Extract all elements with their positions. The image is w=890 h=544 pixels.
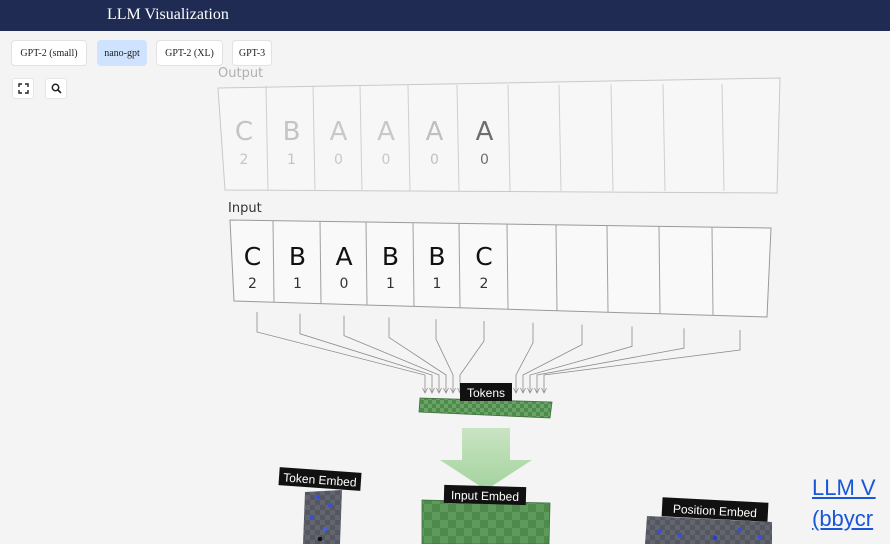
embed-cell-dot [757, 534, 763, 540]
input-token-index: 2 [248, 276, 257, 292]
connector-line [522, 324, 583, 392]
output-token-index: 2 [240, 152, 249, 168]
model-scene[interactable]: C 2 B 1 A 0 A 0 A 0 A 0 C 2 B 1 A 0 B 1 B 1 C 2 Tokens Token E… [0, 0, 890, 544]
connector-line [256, 312, 426, 392]
output-token-index: 1 [287, 152, 296, 168]
embed-cell-dot [322, 526, 328, 532]
output-strip: C 2 B 1 A 0 A 0 A 0 A 0 [217, 77, 781, 194]
connector-line [388, 317, 447, 392]
input-token-letter: B [382, 242, 399, 271]
input-token-letter: A [335, 242, 352, 271]
connector-line [529, 326, 633, 392]
embed-cell-dot [317, 536, 323, 542]
input-token-index: 1 [433, 276, 442, 292]
output-token-letter: B [283, 117, 301, 147]
connector-line [459, 321, 485, 392]
output-token-letter: A [330, 117, 348, 147]
embed-cell-dot [309, 514, 315, 520]
output-token-letter: A [377, 117, 395, 147]
tokens-label: Tokens [467, 386, 505, 400]
connector-line [543, 330, 741, 392]
output-token-letter: C [235, 117, 253, 147]
output-token-index: 0 [480, 152, 489, 168]
input-embed-block[interactable]: Input Embed [421, 484, 551, 544]
input-token-letter: B [289, 242, 306, 271]
token-connectors [256, 312, 741, 394]
connector-line [515, 322, 534, 392]
input-token-index: 0 [340, 276, 349, 292]
embed-cell-dot [737, 527, 743, 533]
output-token-index: 0 [430, 152, 439, 168]
embed-cell-dot [327, 502, 333, 508]
input-token-index: 1 [386, 276, 395, 292]
embed-cell-dot [315, 494, 321, 500]
input-token-letter: B [428, 242, 445, 271]
side-link-line1[interactable]: LLM V [812, 475, 876, 501]
input-token-index: 2 [480, 276, 489, 292]
token-embed-block[interactable]: Token Embed [278, 467, 362, 544]
input-token-letter: C [475, 242, 492, 271]
connector-line [435, 319, 454, 392]
side-link-line2[interactable]: (bbycr [812, 506, 873, 532]
output-token-letter: A [426, 117, 444, 147]
output-token-index: 0 [382, 152, 391, 168]
input-token-index: 1 [293, 276, 302, 292]
position-embed-block[interactable]: Position Embed [645, 497, 772, 544]
input-token-letter: C [244, 242, 261, 271]
embed-cell-dot [712, 535, 718, 541]
output-token-index: 0 [334, 152, 343, 168]
flow-arrow-icon [440, 428, 532, 490]
embed-cell-dot [657, 528, 663, 534]
output-token-letter: A [476, 117, 494, 147]
input-embed-label: Input Embed [451, 488, 519, 504]
input-strip: C 2 B 1 A 0 B 1 B 1 C 2 [229, 219, 772, 318]
embed-cell-dot [677, 532, 683, 538]
